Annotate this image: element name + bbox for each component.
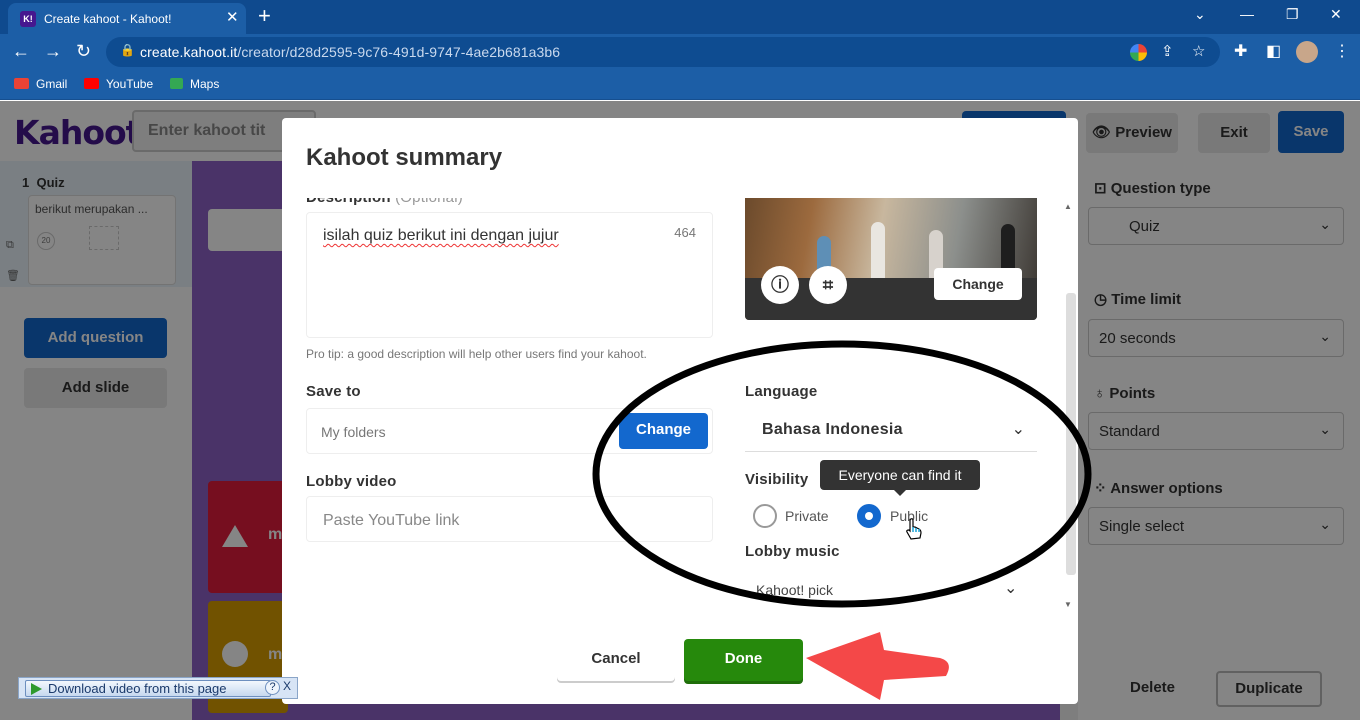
done-button[interactable]: Done [684, 639, 803, 681]
profile-avatar[interactable] [1296, 41, 1318, 63]
kahoot-summary-dialog: Kahoot summary Description (Optional) is… [282, 118, 1078, 704]
visibility-private-label[interactable]: Private [785, 508, 829, 524]
bookmark-maps[interactable]: Maps [170, 77, 219, 91]
scroll-down-icon[interactable]: ▼ [1064, 600, 1072, 609]
info-icon[interactable]: ⓘ [761, 266, 799, 304]
star-icon[interactable]: ☆ [1192, 42, 1205, 60]
lock-icon: 🔒 [120, 43, 135, 57]
language-select[interactable]: Bahasa Indonesia ⌄ [745, 408, 1037, 452]
lobby-music-label: Lobby music [745, 543, 840, 560]
cancel-button[interactable]: Cancel [557, 639, 675, 681]
url-input[interactable]: 🔒 create.kahoot.it/creator/d28d2595-9c76… [106, 37, 1220, 67]
side-panel-icon[interactable]: ◧ [1266, 41, 1281, 61]
maps-icon [170, 78, 183, 89]
change-image-button[interactable]: Change [934, 268, 1022, 300]
hand-cursor-icon [906, 518, 922, 540]
browser-tab[interactable]: K! Create kahoot - Kahoot! ✕ [8, 3, 246, 34]
menu-icon[interactable]: ⋮ [1334, 41, 1350, 61]
gmail-icon [14, 78, 29, 89]
kahoot-favicon-icon: K! [20, 11, 36, 27]
help-icon[interactable]: ? [265, 680, 280, 695]
forward-icon[interactable]: → [44, 41, 62, 61]
visibility-public-radio[interactable] [857, 504, 881, 528]
bookmarks-bar: Gmail YouTube Maps [0, 70, 1360, 100]
back-icon[interactable]: ← [12, 41, 30, 61]
tab-title: Create kahoot - Kahoot! [44, 12, 172, 26]
youtube-icon [84, 78, 99, 89]
bookmark-gmail[interactable]: Gmail [14, 77, 67, 91]
visibility-tooltip: Everyone can find it [820, 460, 980, 496]
chevron-down-icon[interactable]: ⌄ [1194, 6, 1206, 23]
save-to-label: Save to [306, 383, 361, 400]
google-icon[interactable] [1130, 44, 1147, 61]
download-video-bar: Download video from this page ? X [18, 677, 298, 699]
description-textarea[interactable]: isilah quiz berikut ini dengan jujur 464 [306, 212, 713, 338]
change-folder-button[interactable]: Change [619, 413, 708, 449]
close-icon[interactable]: X [283, 679, 291, 693]
chevron-down-icon[interactable]: ⌄ [1004, 578, 1017, 598]
url-host: create.kahoot.it [140, 44, 238, 60]
dialog-title: Kahoot summary [306, 144, 503, 171]
crop-icon[interactable]: ⌗ [809, 266, 847, 304]
save-to-value: My folders [321, 424, 386, 440]
visibility-private-radio[interactable] [753, 504, 777, 528]
description-text: isilah quiz berikut ini dengan jujur [323, 227, 559, 244]
description-char-count: 464 [674, 225, 696, 240]
language-label: Language [745, 383, 818, 400]
extensions-icon[interactable]: ✚ [1234, 41, 1247, 61]
visibility-label: Visibility [745, 471, 809, 488]
dialog-body: Description (Optional) isilah quiz berik… [282, 198, 1078, 606]
lobby-video-label: Lobby video [306, 473, 397, 490]
browser-tab-strip: K! Create kahoot - Kahoot! ✕ + ⌄ — ❐ ✕ [0, 0, 1360, 34]
close-window-icon[interactable]: ✕ [1330, 6, 1342, 23]
download-video-button[interactable]: Download video from this page [25, 680, 271, 697]
bookmark-youtube[interactable]: YouTube [84, 77, 153, 91]
scroll-up-icon[interactable]: ▲ [1064, 202, 1072, 211]
description-label: Description (Optional) [306, 198, 463, 206]
optional-hint: (Optional) [395, 198, 463, 206]
dialog-scrollbar[interactable] [1066, 293, 1076, 575]
cover-image: ⓘ ⌗ Change [745, 198, 1037, 320]
minimize-icon[interactable]: — [1240, 6, 1254, 22]
restore-icon[interactable]: ❐ [1286, 6, 1299, 23]
share-icon[interactable]: ⇪ [1161, 42, 1174, 60]
url-path: /creator/d28d2595-9c76-491d-9747-4ae2b68… [237, 44, 561, 60]
address-bar-row: ← → ↻ 🔒 create.kahoot.it/creator/d28d259… [0, 34, 1360, 70]
reload-icon[interactable]: ↻ [76, 41, 91, 61]
lobby-video-input[interactable]: Paste YouTube link [306, 496, 713, 542]
close-tab-icon[interactable]: ✕ [226, 8, 239, 26]
pro-tip: Pro tip: a good description will help ot… [306, 347, 647, 361]
new-tab-icon[interactable]: + [258, 3, 271, 29]
chevron-down-icon: ⌄ [1011, 421, 1025, 438]
play-icon [31, 683, 42, 695]
lobby-music-value[interactable]: Kahoot! pick [756, 582, 833, 598]
